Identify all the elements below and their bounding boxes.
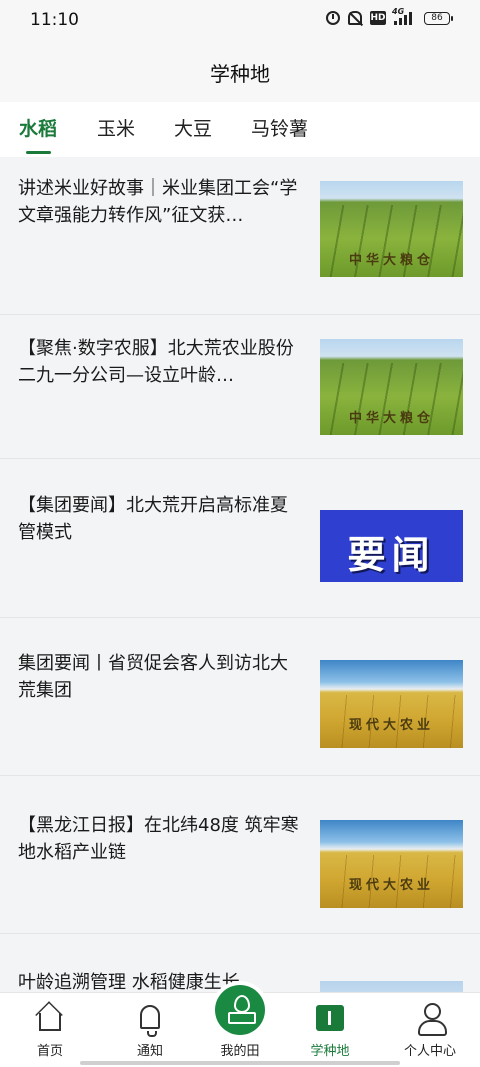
- nav-profile[interactable]: 个人中心: [390, 993, 470, 1067]
- article-thumbnail: 要闻: [320, 510, 463, 582]
- network-type-label: 4G: [392, 7, 405, 16]
- nav-label: 通知: [136, 1044, 163, 1059]
- status-bar: 11:10 HD 4G 86: [0, 0, 480, 40]
- page-title: 学种地: [210, 62, 270, 86]
- nav-label: 首页: [36, 1044, 63, 1059]
- article-thumbnail: 中华大粮仓: [320, 181, 463, 277]
- article-item[interactable]: 讲述米业好故事｜米业集团工会“学文章强能力转作风”征文获… 中华大粮仓: [0, 157, 480, 315]
- nav-notifications[interactable]: 通知: [110, 993, 190, 1067]
- article-item[interactable]: 叶龄追溯管理 水稻健康生长: [0, 935, 480, 992]
- title-bar: 学种地: [0, 40, 480, 102]
- article-title: 叶龄追溯管理 水稻健康生长: [18, 972, 240, 992]
- leaf-icon: [228, 995, 256, 1024]
- bell-icon: [140, 1005, 160, 1037]
- article-title: 讲述米业好故事｜米业集团工会“学文章强能力转作风”征文获…: [18, 178, 298, 226]
- thumbnail-caption: 现代大农业: [348, 718, 434, 733]
- book-icon: [316, 1005, 344, 1031]
- nav-label: 学种地: [310, 1044, 350, 1059]
- article-thumbnail: [320, 981, 463, 992]
- home-icon: [39, 1013, 61, 1031]
- article-item[interactable]: 集团要闻丨省贸促会客人到访北大荒集团 现代大农业: [0, 618, 480, 776]
- status-time: 11:10: [30, 10, 79, 30]
- tab-rice[interactable]: 水稻: [19, 114, 57, 156]
- bottom-nav: 首页 通知 我的田 学种地 个人中心: [0, 985, 480, 1067]
- category-tabs: 水稻 玉米 大豆 马铃薯: [0, 102, 480, 157]
- nav-my-field[interactable]: 我的田: [200, 985, 280, 1067]
- article-thumbnail: 中华大粮仓: [320, 339, 463, 435]
- tab-corn[interactable]: 玉米: [97, 114, 135, 156]
- person-icon: [418, 1003, 447, 1036]
- thumbnail-caption: 要闻: [347, 533, 436, 577]
- status-icons: HD 4G 86: [326, 7, 453, 25]
- article-thumbnail: 现代大农业: [320, 660, 463, 748]
- article-feed[interactable]: 讲述米业好故事｜米业集团工会“学文章强能力转作风”征文获… 中华大粮仓 【聚焦·…: [0, 157, 480, 992]
- alarm-icon: [326, 11, 340, 25]
- article-title: 【聚焦·数字农服】北大荒农业股份二九一分公司—设立叶龄…: [18, 338, 294, 386]
- active-tab-indicator: [26, 151, 51, 154]
- thumbnail-caption: 中华大粮仓: [348, 411, 434, 426]
- gesture-bar[interactable]: [80, 1061, 400, 1065]
- nav-label: 我的田: [220, 1044, 260, 1059]
- article-title: 【黑龙江日报】在北纬48度 筑牢寒地水稻产业链: [18, 815, 299, 863]
- tab-soybean[interactable]: 大豆: [174, 114, 212, 156]
- article-title: 【集团要闻】北大荒开启高标准夏管模式: [18, 495, 288, 543]
- article-title: 集团要闻丨省贸促会客人到访北大荒集团: [18, 653, 288, 701]
- nav-home[interactable]: 首页: [10, 993, 90, 1067]
- thumbnail-caption: 现代大农业: [348, 878, 434, 893]
- article-item[interactable]: 【聚焦·数字农服】北大荒农业股份二九一分公司—设立叶龄… 中华大粮仓: [0, 301, 480, 459]
- battery-icon: 86: [424, 11, 453, 25]
- nav-learn-farming[interactable]: 学种地: [290, 993, 370, 1067]
- my-field-button[interactable]: [215, 985, 265, 1035]
- tab-potato[interactable]: 马铃薯: [251, 114, 308, 156]
- nav-label: 个人中心: [403, 1044, 456, 1059]
- hd-icon: HD: [370, 11, 386, 25]
- signal-icon: 4G: [392, 7, 416, 25]
- article-item[interactable]: 【集团要闻】北大荒开启高标准夏管模式 要闻: [0, 460, 480, 618]
- article-thumbnail: 现代大农业: [320, 820, 463, 908]
- bell-off-icon: [348, 11, 362, 25]
- thumbnail-caption: 中华大粮仓: [348, 253, 434, 268]
- article-item[interactable]: 【黑龙江日报】在北纬48度 筑牢寒地水稻产业链 现代大农业: [0, 776, 480, 934]
